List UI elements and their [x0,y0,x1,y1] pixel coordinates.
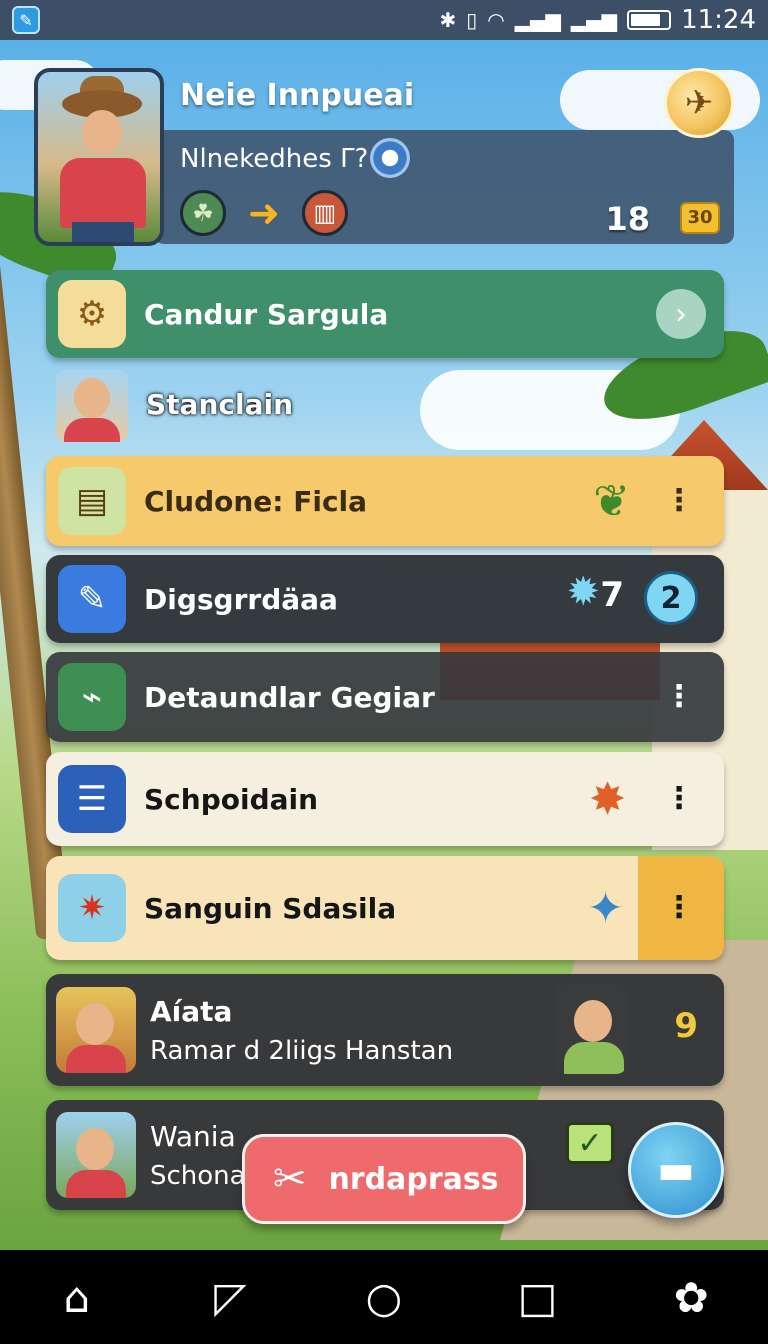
notification-badge: 2 [644,571,698,625]
status-bar: ✎ ✱ ▯ ◠ ▂▄▆ ▂▄▆ 11:24 [0,0,768,40]
contact-text: Aíata Ramar d 2liigs Hanstan [150,995,453,1066]
profile-header: Neie Innpueai Nlnekedhes Γ? ☘ ➜ ▥ 18 30 … [34,68,734,246]
document-icon: ☰ [58,765,126,833]
featured-row[interactable]: ⚙ Candur Sargula › [46,270,724,358]
status-icons: ✱ ▯ ◠ ▂▄▆ ▂▄▆ 11:24 [440,5,756,35]
list-item-label: Cludone: Ficla [144,484,368,518]
avatar-pants [72,222,134,242]
planter-icon: ▤ [58,467,126,535]
contact-avatar [554,984,628,1074]
avatar-face [76,1003,114,1045]
list-item-label: Detaundlar Gegiar [144,680,435,714]
contact-text: Wania Schonai [150,1120,253,1191]
tag-icon: ⌁ [58,663,126,731]
arrow-right-icon: ➜ [248,191,280,235]
list-item[interactable]: ▤ Cludone: Ficla ❦ ⋮ [46,456,724,546]
list-item-label: Sanguin Sdasila [144,891,397,925]
clock: 11:24 [681,5,756,35]
list-item-label: Schpoidain [144,782,319,816]
blue-arrow-icon: ✦ [587,882,624,934]
profile-subtitle: Nlnekedhes Γ? [180,144,369,174]
chevron-right-icon[interactable]: › [656,289,706,339]
featured-row-label: Candur Sargula [144,297,389,331]
list-item[interactable]: ☰ Schpoidain ✸ ⋮ [46,752,724,846]
contact-name: Aíata [150,994,233,1028]
contact-row[interactable]: Aíata Ramar d 2liigs Hanstan 9 [46,974,724,1086]
settings-flower-icon[interactable]: ✿ [661,1267,721,1327]
tools-icon: ✂ [273,1156,307,1202]
contact-message: Schonai [150,1160,253,1191]
avatar-face [74,378,110,418]
primary-action-button[interactable]: ✂ nrdaprass [242,1134,526,1224]
palm-badge-icon[interactable]: ☘ [180,190,226,236]
profile-name: Neie Innpueai [180,78,415,113]
coin-badge: 30 [680,202,720,234]
score-value: 18 [605,200,650,238]
battery-icon [627,10,672,30]
chat-bubble-icon: ▬ [657,1147,695,1193]
contact-avatar [56,1112,136,1198]
profile-badges: ☘ ➜ ▥ [180,190,348,236]
system-nav-bar: ⌂ ◸ ○ □ ✿ [0,1250,768,1344]
contact-message: Ramar d 2liigs Hanstan [150,1035,454,1066]
contact-name: Wania [150,1119,236,1153]
list-item[interactable]: ⌁ Detaundlar Gegiar ⋮ [46,652,724,742]
avatar-shirt [66,1170,126,1198]
rocket-trophy-icon[interactable]: ✈ [664,68,734,138]
edit-icon[interactable]: ◸ [200,1267,260,1327]
settings-gear-icon[interactable] [370,138,410,178]
avatar-shirt [564,1042,624,1074]
sale-burst-icon: ✸ [589,773,626,825]
avatar-shirt [60,158,146,228]
item-count: 7 [600,575,624,615]
game-app-icon: ✎ [12,6,40,34]
more-options-icon[interactable]: ⋮ [664,486,694,516]
nfc-icon: ▯ [466,8,478,32]
circle-home-icon[interactable]: ○ [354,1267,414,1327]
avatar-shirt [66,1045,126,1073]
check-icon[interactable]: ✓ [566,1122,614,1164]
more-options-icon[interactable]: ⋮ [664,682,694,712]
list-item[interactable]: ✷ Sanguin Sdasila ✦ ⋮ [46,856,724,960]
more-options-icon[interactable]: ⋮ [664,784,694,814]
wifi-icon: ◠ [487,8,505,32]
gear-icon: ⚙ [58,280,126,348]
bluetooth-icon: ✱ [439,8,457,32]
avatar-face [574,1000,612,1042]
home-icon[interactable]: ⌂ [47,1267,107,1327]
section-header: Stanclain [146,388,293,421]
recents-icon[interactable]: □ [508,1267,568,1327]
chest-badge-icon[interactable]: ▥ [301,190,348,236]
chat-fab-button[interactable]: ▬ [628,1122,724,1218]
leaf-icon: ❦ [593,475,630,527]
profile-avatar[interactable] [34,68,164,246]
battery-fill [631,14,661,26]
contact-avatar [56,987,136,1073]
star-burst-icon: ✷ [58,874,126,942]
signal-icon: ▂▄▆ [514,8,561,32]
more-options-icon[interactable]: ⋮ [664,893,694,923]
section-avatar [56,370,128,442]
list-item-label: Digsgrrdäaa [144,582,338,616]
list-item[interactable]: ✎ Digsgrrdäaa ✹ 7 2 [46,555,724,643]
avatar-shirt [64,418,120,442]
signal-4g-icon: ▂▄▆ [570,8,618,32]
contact-badge: 9 [674,1006,698,1046]
sparkle-icon: ✹ [566,569,600,615]
primary-action-label: nrdaprass [328,1161,499,1197]
avatar-face [82,110,122,154]
edit-note-icon: ✎ [58,565,126,633]
avatar-face [76,1128,114,1170]
